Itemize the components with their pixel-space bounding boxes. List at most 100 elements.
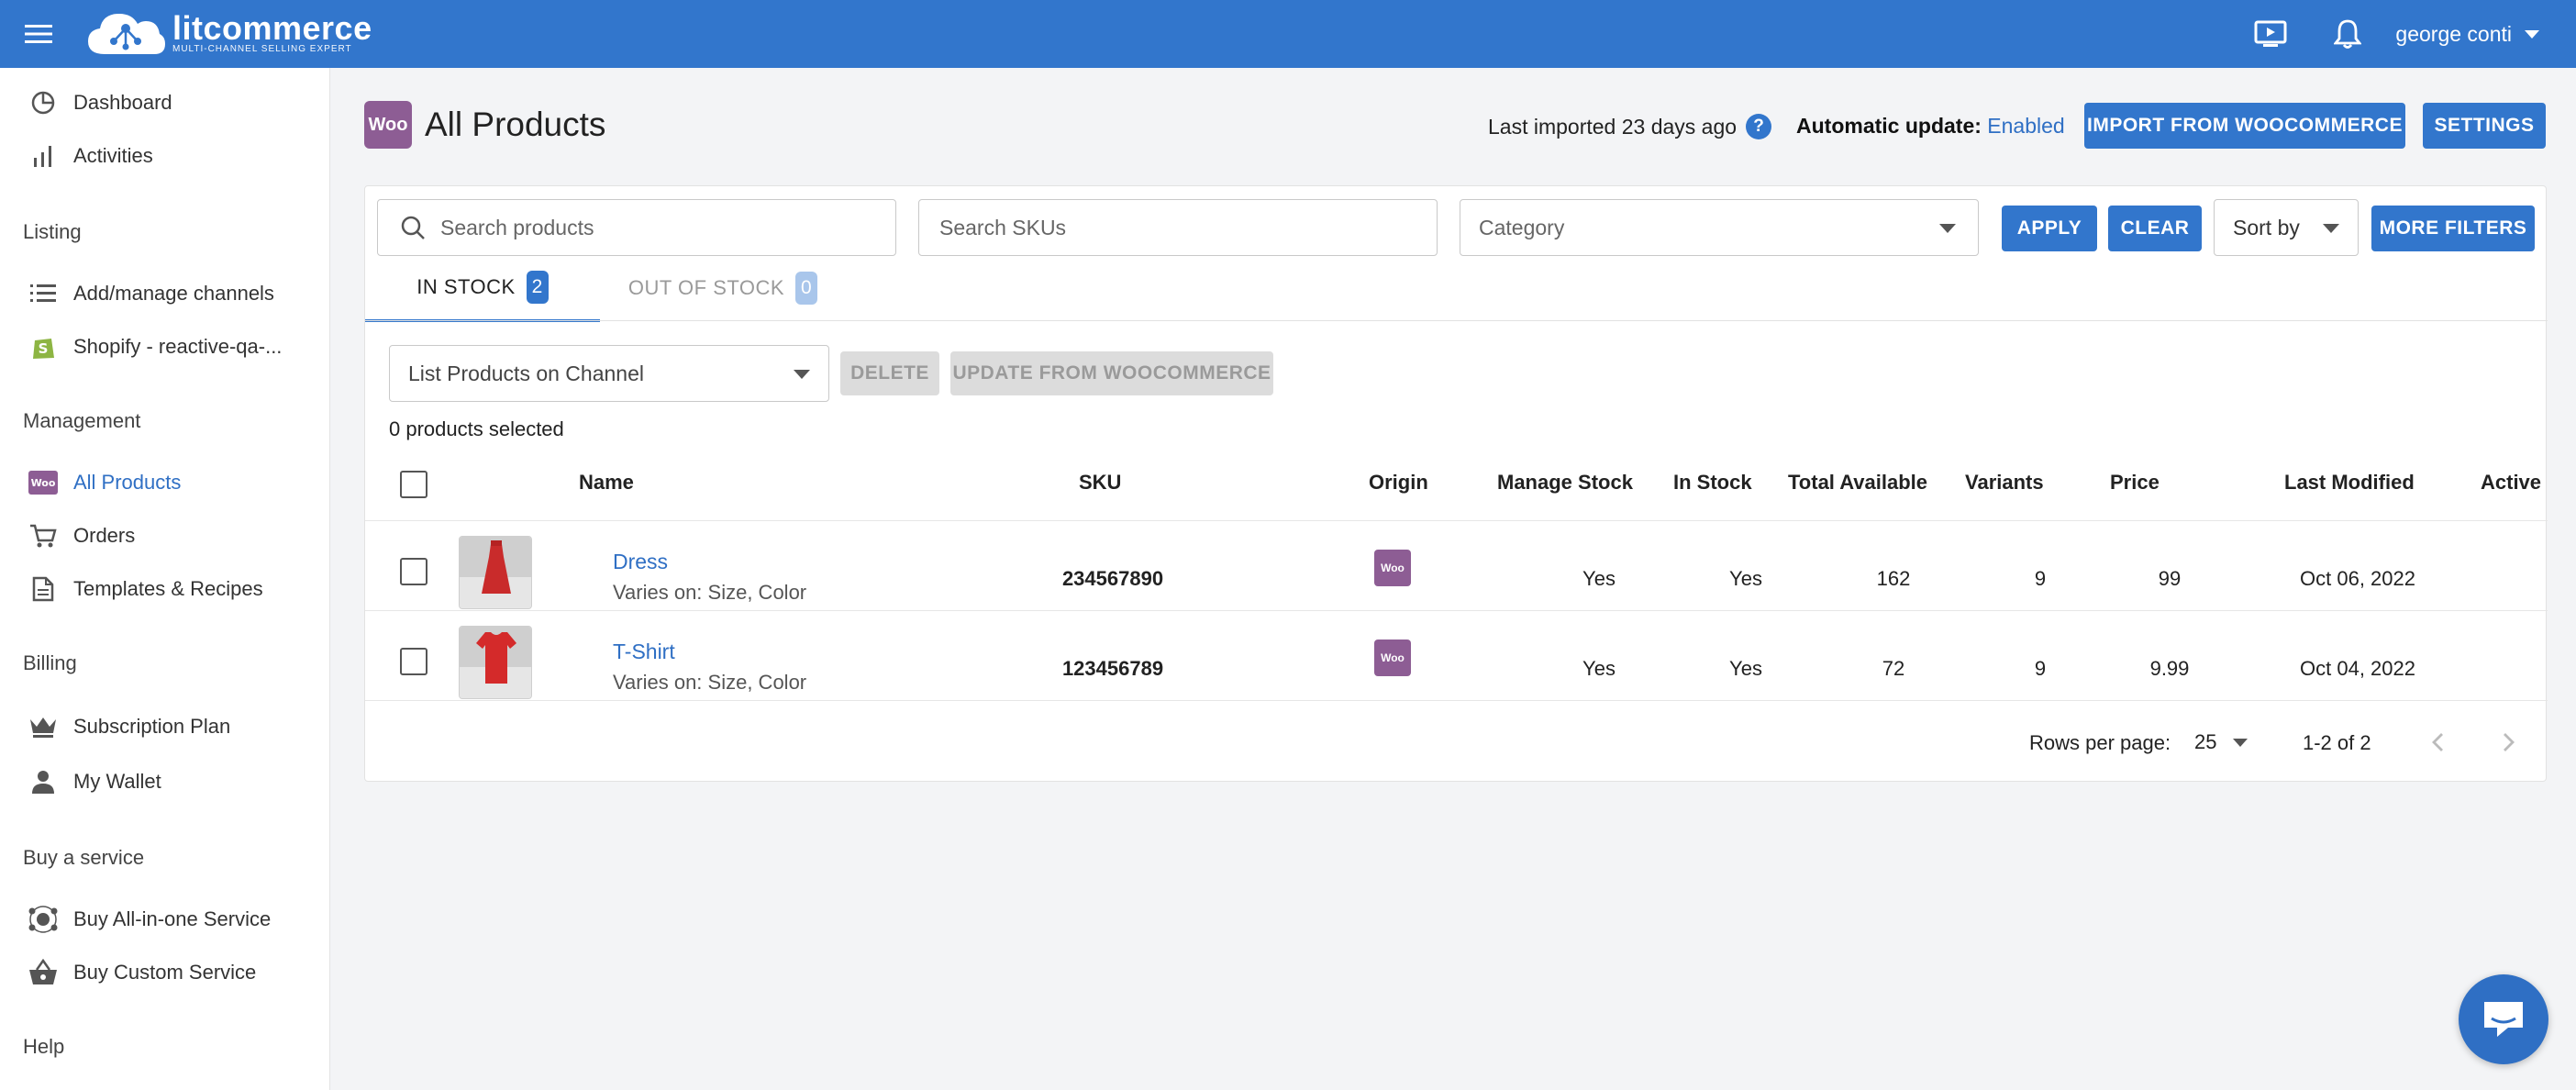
in-stock-count-badge: 2 xyxy=(526,270,549,304)
chevron-down-icon xyxy=(1939,224,1956,233)
product-name-link[interactable]: Dress xyxy=(613,550,668,574)
sort-by-label: Sort by xyxy=(2233,215,2300,239)
column-header-name[interactable]: Name xyxy=(579,471,634,495)
product-name-link[interactable]: T-Shirt xyxy=(613,640,675,664)
sidebar-label: Orders xyxy=(73,524,136,547)
product-thumbnail-dress[interactable] xyxy=(459,536,532,609)
search-products-input[interactable]: Search products xyxy=(377,199,896,256)
rows-per-page-value: 25 xyxy=(2194,730,2217,753)
product-sku: 234567890 xyxy=(1061,567,1164,590)
sidebar-label: Activities xyxy=(73,144,153,167)
previous-page-icon[interactable] xyxy=(2425,728,2452,757)
search-skus-input[interactable]: Search SKUs xyxy=(918,199,1438,256)
sidebar-item-orders[interactable]: Orders xyxy=(0,512,330,560)
column-header-variants[interactable]: Variants xyxy=(1965,471,2044,495)
price-value: 99 xyxy=(2158,567,2182,590)
sidebar-item-all-products[interactable]: Woo All Products xyxy=(0,459,330,506)
search-icon xyxy=(401,216,425,239)
column-header-manage-stock[interactable]: Manage Stock xyxy=(1497,471,1633,495)
sidebar-item-subscription[interactable]: Subscription Plan xyxy=(0,703,330,751)
bar-chart-icon xyxy=(28,140,59,172)
page-title: All Products xyxy=(425,106,606,143)
variants-value: 9 xyxy=(2034,567,2047,590)
cart-icon xyxy=(28,520,59,551)
woocommerce-origin-icon: Woo xyxy=(1374,640,1411,676)
import-from-woocommerce-button[interactable]: IMPORT FROM WOOCOMMERCE xyxy=(2084,103,2405,149)
sidebar-item-add-channels[interactable]: Add/manage channels xyxy=(0,270,330,317)
select-all-checkbox[interactable] xyxy=(400,471,427,498)
last-imported-info: Last imported 23 days ago ? xyxy=(1488,114,1772,139)
column-header-active[interactable]: Active xyxy=(2481,471,2541,495)
crown-icon xyxy=(28,711,59,742)
sidebar-item-shopify[interactable]: S Shopify - reactive-qa-... xyxy=(0,323,330,371)
clear-button[interactable]: CLEAR xyxy=(2108,206,2202,251)
variants-value: 9 xyxy=(2034,657,2047,680)
sidebar-label: All Products xyxy=(73,471,182,494)
column-header-in-stock[interactable]: In Stock xyxy=(1673,471,1752,495)
chat-support-button[interactable] xyxy=(2459,974,2548,1064)
sidebar-label: My Wallet xyxy=(73,770,161,793)
notification-bell-icon[interactable] xyxy=(2309,0,2386,68)
more-filters-button[interactable]: MORE FILTERS xyxy=(2371,206,2535,251)
menu-icon[interactable] xyxy=(0,0,77,68)
service-hub-icon xyxy=(28,904,59,935)
product-sku: 123456789 xyxy=(1061,657,1164,680)
sidebar-label: Buy All-in-one Service xyxy=(73,907,272,930)
user-menu[interactable]: george conti xyxy=(2395,22,2539,47)
in-stock-value: Yes xyxy=(1729,657,1762,680)
column-header-last-modified[interactable]: Last Modified xyxy=(2284,471,2415,495)
category-select[interactable]: Category xyxy=(1460,199,1979,256)
delete-button[interactable]: DELETE xyxy=(840,351,939,395)
video-tutorial-icon[interactable] xyxy=(2232,0,2309,68)
sort-by-select[interactable]: Sort by xyxy=(2214,199,2359,256)
manage-stock-value: Yes xyxy=(1582,657,1616,680)
settings-button[interactable]: SETTINGS xyxy=(2423,103,2546,149)
shopify-icon: S xyxy=(28,331,59,362)
sidebar-item-buy-allinone[interactable]: Buy All-in-one Service xyxy=(0,895,330,943)
column-header-price[interactable]: Price xyxy=(2110,471,2160,495)
page-header: Woo All Products xyxy=(364,101,605,149)
auto-update-value[interactable]: Enabled xyxy=(1987,114,2064,138)
row-checkbox[interactable] xyxy=(400,648,427,675)
sidebar-item-wallet[interactable]: My Wallet xyxy=(0,758,330,806)
total-available-value: 162 xyxy=(1876,567,1911,590)
pagination-range: 1-2 of 2 xyxy=(2303,731,2371,754)
total-available-value: 72 xyxy=(1882,657,1905,680)
woocommerce-origin-icon: Woo xyxy=(1374,550,1411,586)
last-modified-value: Oct 06, 2022 xyxy=(2300,567,2415,590)
product-thumbnail-tshirt[interactable] xyxy=(459,626,532,699)
logo[interactable]: litcommerce MULTI-CHANNEL SELLING EXPERT xyxy=(84,8,372,60)
next-page-icon[interactable] xyxy=(2494,728,2522,757)
rows-per-page-select[interactable]: 25 xyxy=(2194,728,2249,757)
sidebar-item-templates[interactable]: Templates & Recipes xyxy=(0,565,330,613)
logo-tagline: MULTI-CHANNEL SELLING EXPERT xyxy=(172,44,352,54)
column-header-total-available[interactable]: Total Available xyxy=(1788,471,1927,495)
apply-button[interactable]: APPLY xyxy=(2002,206,2097,251)
pie-chart-icon xyxy=(28,87,59,118)
sidebar-section-buy-service: Buy a service xyxy=(23,846,145,869)
tab-out-of-stock[interactable]: OUT OF STOCK 0 xyxy=(605,254,840,322)
price-value: 9.99 xyxy=(2149,657,2190,680)
table-header-divider xyxy=(365,520,2548,521)
automatic-update-status: Automatic update: Enabled xyxy=(1796,114,2065,139)
category-placeholder: Category xyxy=(1479,215,1565,239)
auto-update-label: Automatic update: xyxy=(1796,114,1982,138)
sidebar-label: Add/manage channels xyxy=(73,282,274,305)
sidebar-label: Templates & Recipes xyxy=(73,577,263,600)
sidebar-label: Dashboard xyxy=(73,91,172,114)
tab-in-stock[interactable]: IN STOCK 2 xyxy=(365,254,600,322)
tab-label: IN STOCK xyxy=(416,274,516,298)
woocommerce-icon: Woo xyxy=(28,467,59,498)
column-header-sku[interactable]: SKU xyxy=(1079,471,1121,495)
list-products-on-channel-select[interactable]: List Products on Channel xyxy=(389,345,829,402)
sidebar-item-dashboard[interactable]: Dashboard xyxy=(0,79,330,127)
row-checkbox[interactable] xyxy=(400,558,427,585)
row-divider xyxy=(365,610,2548,611)
search-products-placeholder: Search products xyxy=(440,215,594,239)
svg-text:Woo: Woo xyxy=(31,477,56,489)
help-icon[interactable]: ? xyxy=(1746,114,1772,139)
chevron-down-icon xyxy=(2323,224,2339,233)
update-from-woocommerce-button[interactable]: UPDATE FROM WOOCOMMERCE xyxy=(950,351,1273,395)
sidebar-item-activities[interactable]: Activities xyxy=(0,132,330,180)
sidebar-item-buy-custom[interactable]: Buy Custom Service xyxy=(0,949,330,996)
